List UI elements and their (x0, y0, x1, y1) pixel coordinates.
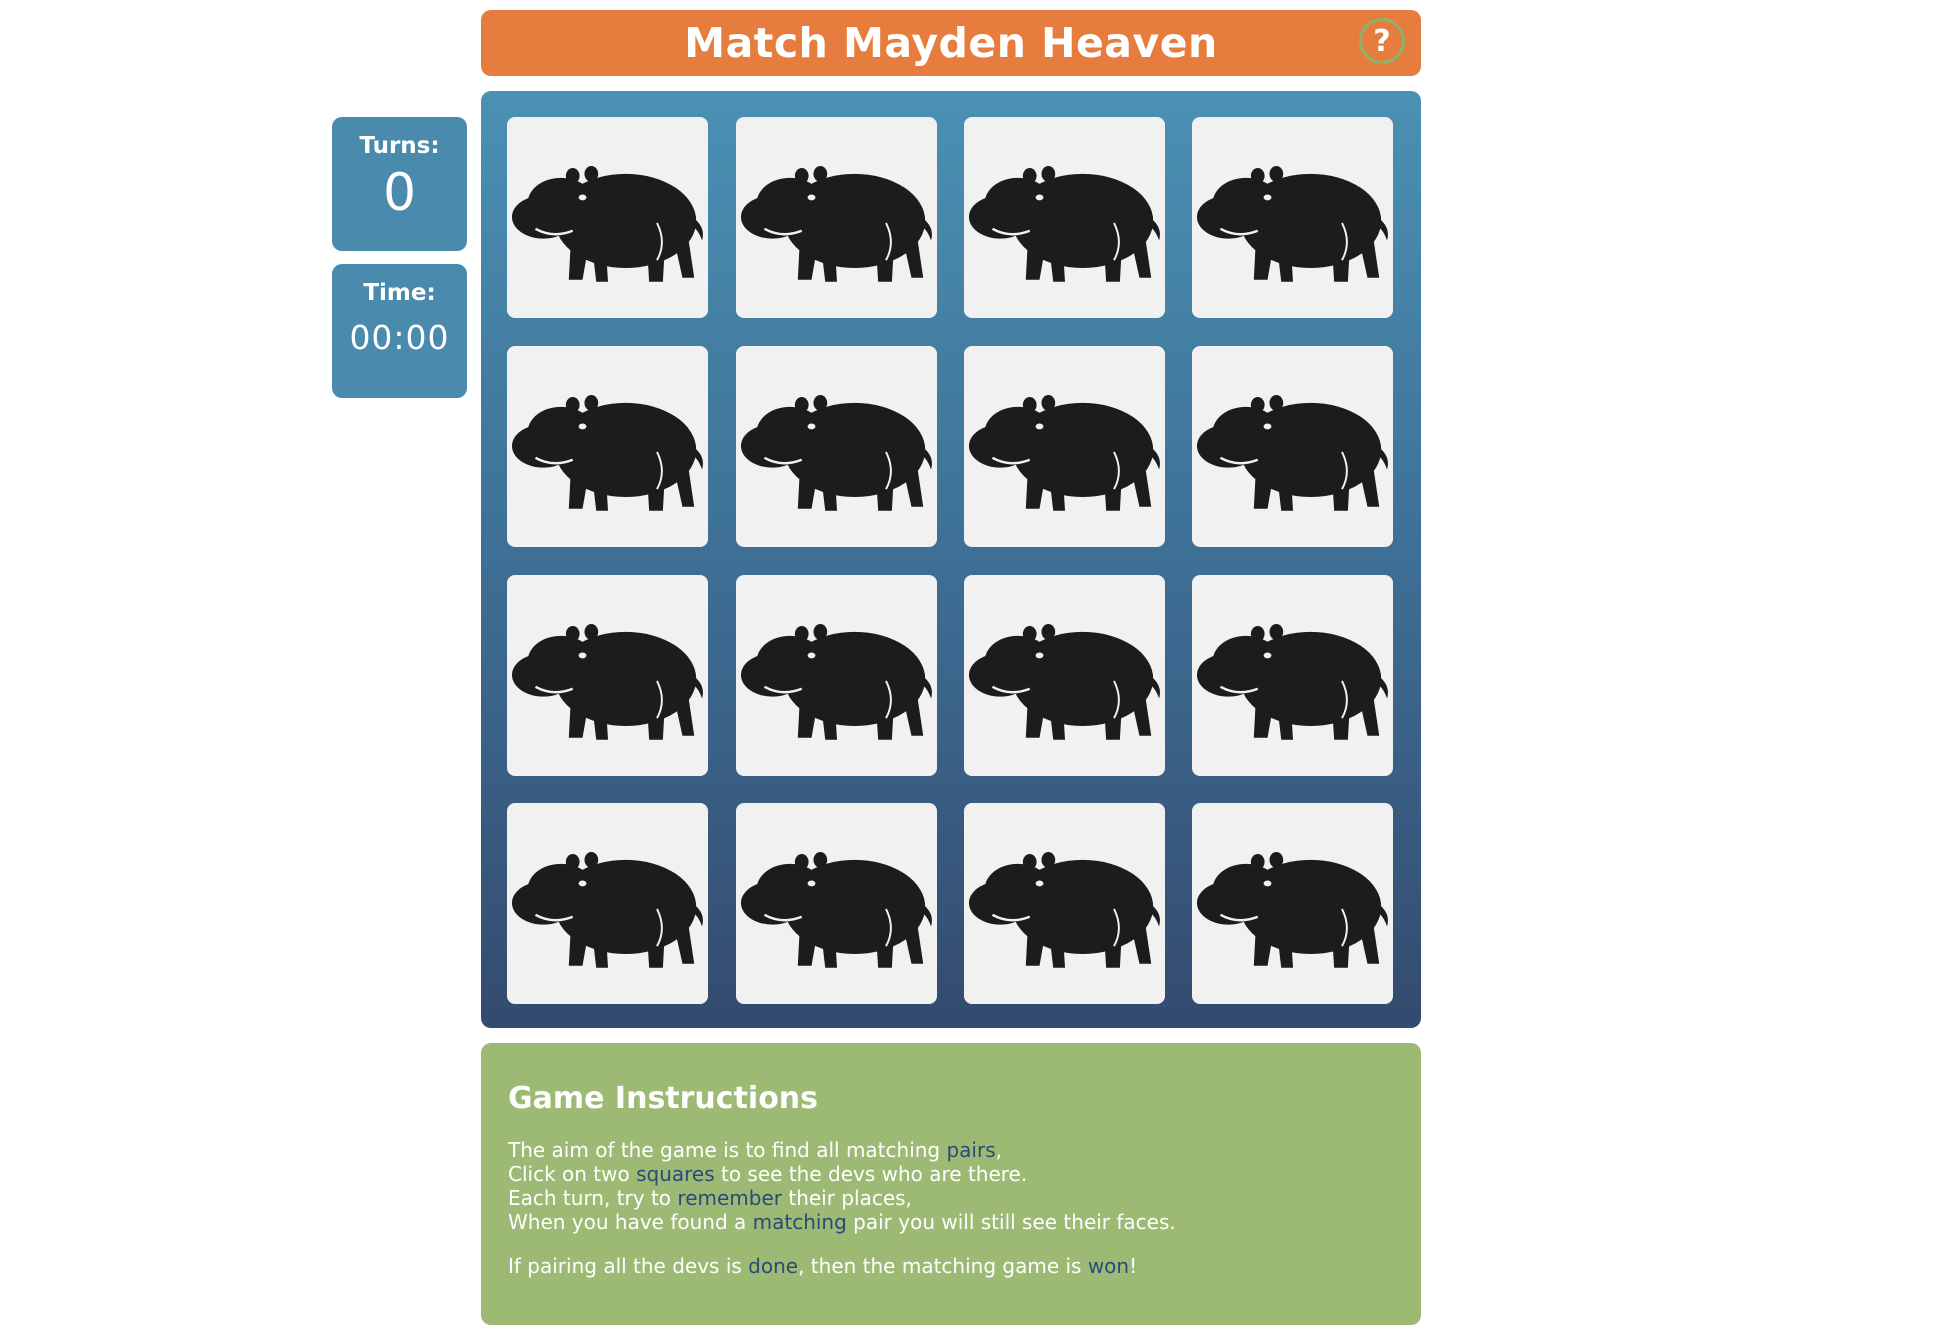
hippo-icon (968, 394, 1160, 511)
time-label: Time: (363, 280, 436, 306)
highlight-word: squares (636, 1162, 715, 1186)
card-tile[interactable] (507, 575, 708, 776)
card-tile[interactable] (507, 346, 708, 547)
card-tile[interactable] (964, 346, 1165, 547)
card-tile[interactable] (1192, 803, 1393, 1004)
card-tile[interactable] (964, 117, 1165, 318)
hippo-icon (1196, 165, 1388, 282)
hippo-icon (740, 165, 932, 282)
highlight-word: pairs (946, 1138, 996, 1162)
highlight-word: won (1087, 1254, 1130, 1278)
instruction-line: Each turn, try to remember their places, (508, 1186, 912, 1210)
hippo-icon (1196, 394, 1388, 511)
hippo-icon (740, 394, 932, 511)
card-tile[interactable] (736, 575, 937, 776)
hippo-icon (740, 623, 932, 740)
hippo-icon (968, 623, 1160, 740)
time-value: 00:00 (349, 318, 450, 357)
hippo-icon (511, 165, 703, 282)
hippo-icon (968, 165, 1160, 282)
instruction-line: When you have found a matching pair you … (508, 1210, 1176, 1234)
card-tile[interactable] (736, 346, 937, 547)
card-tile[interactable] (964, 575, 1165, 776)
hippo-icon (740, 851, 932, 968)
game-page: Match Mayden Heaven ? Turns: 0 Time: 00:… (0, 0, 1940, 1334)
hippo-icon (511, 394, 703, 511)
card-tile[interactable] (736, 803, 937, 1004)
highlight-word: remember (677, 1186, 782, 1210)
hippo-icon (511, 851, 703, 968)
turns-counter: Turns: 0 (332, 117, 467, 251)
highlight-word: done (748, 1254, 799, 1278)
title-bar: Match Mayden Heaven ? (481, 10, 1421, 76)
game-title: Match Mayden Heaven (684, 19, 1218, 67)
hippo-icon (968, 851, 1160, 968)
help-button[interactable]: ? (1359, 18, 1405, 64)
hippo-icon (511, 623, 703, 740)
card-tile[interactable] (507, 117, 708, 318)
instructions-title: Game Instructions (508, 1081, 819, 1116)
timer: Time: 00:00 (332, 264, 467, 398)
card-tile[interactable] (1192, 346, 1393, 547)
game-board (481, 91, 1421, 1028)
card-tile[interactable] (964, 803, 1165, 1004)
hippo-icon (1196, 623, 1388, 740)
instructions-panel: Game Instructions The aim of the game is… (481, 1043, 1421, 1325)
card-tile[interactable] (1192, 117, 1393, 318)
turns-label: Turns: (359, 133, 440, 159)
turns-value: 0 (382, 163, 417, 223)
instruction-line: Click on two squares to see the devs who… (508, 1162, 1028, 1186)
hippo-icon (1196, 851, 1388, 968)
card-tile[interactable] (1192, 575, 1393, 776)
instruction-line: The aim of the game is to find all match… (508, 1138, 1002, 1162)
card-tile[interactable] (507, 803, 708, 1004)
highlight-word: matching (752, 1210, 847, 1234)
card-tile[interactable] (736, 117, 937, 318)
instruction-line: If pairing all the devs is done, then th… (508, 1254, 1138, 1278)
